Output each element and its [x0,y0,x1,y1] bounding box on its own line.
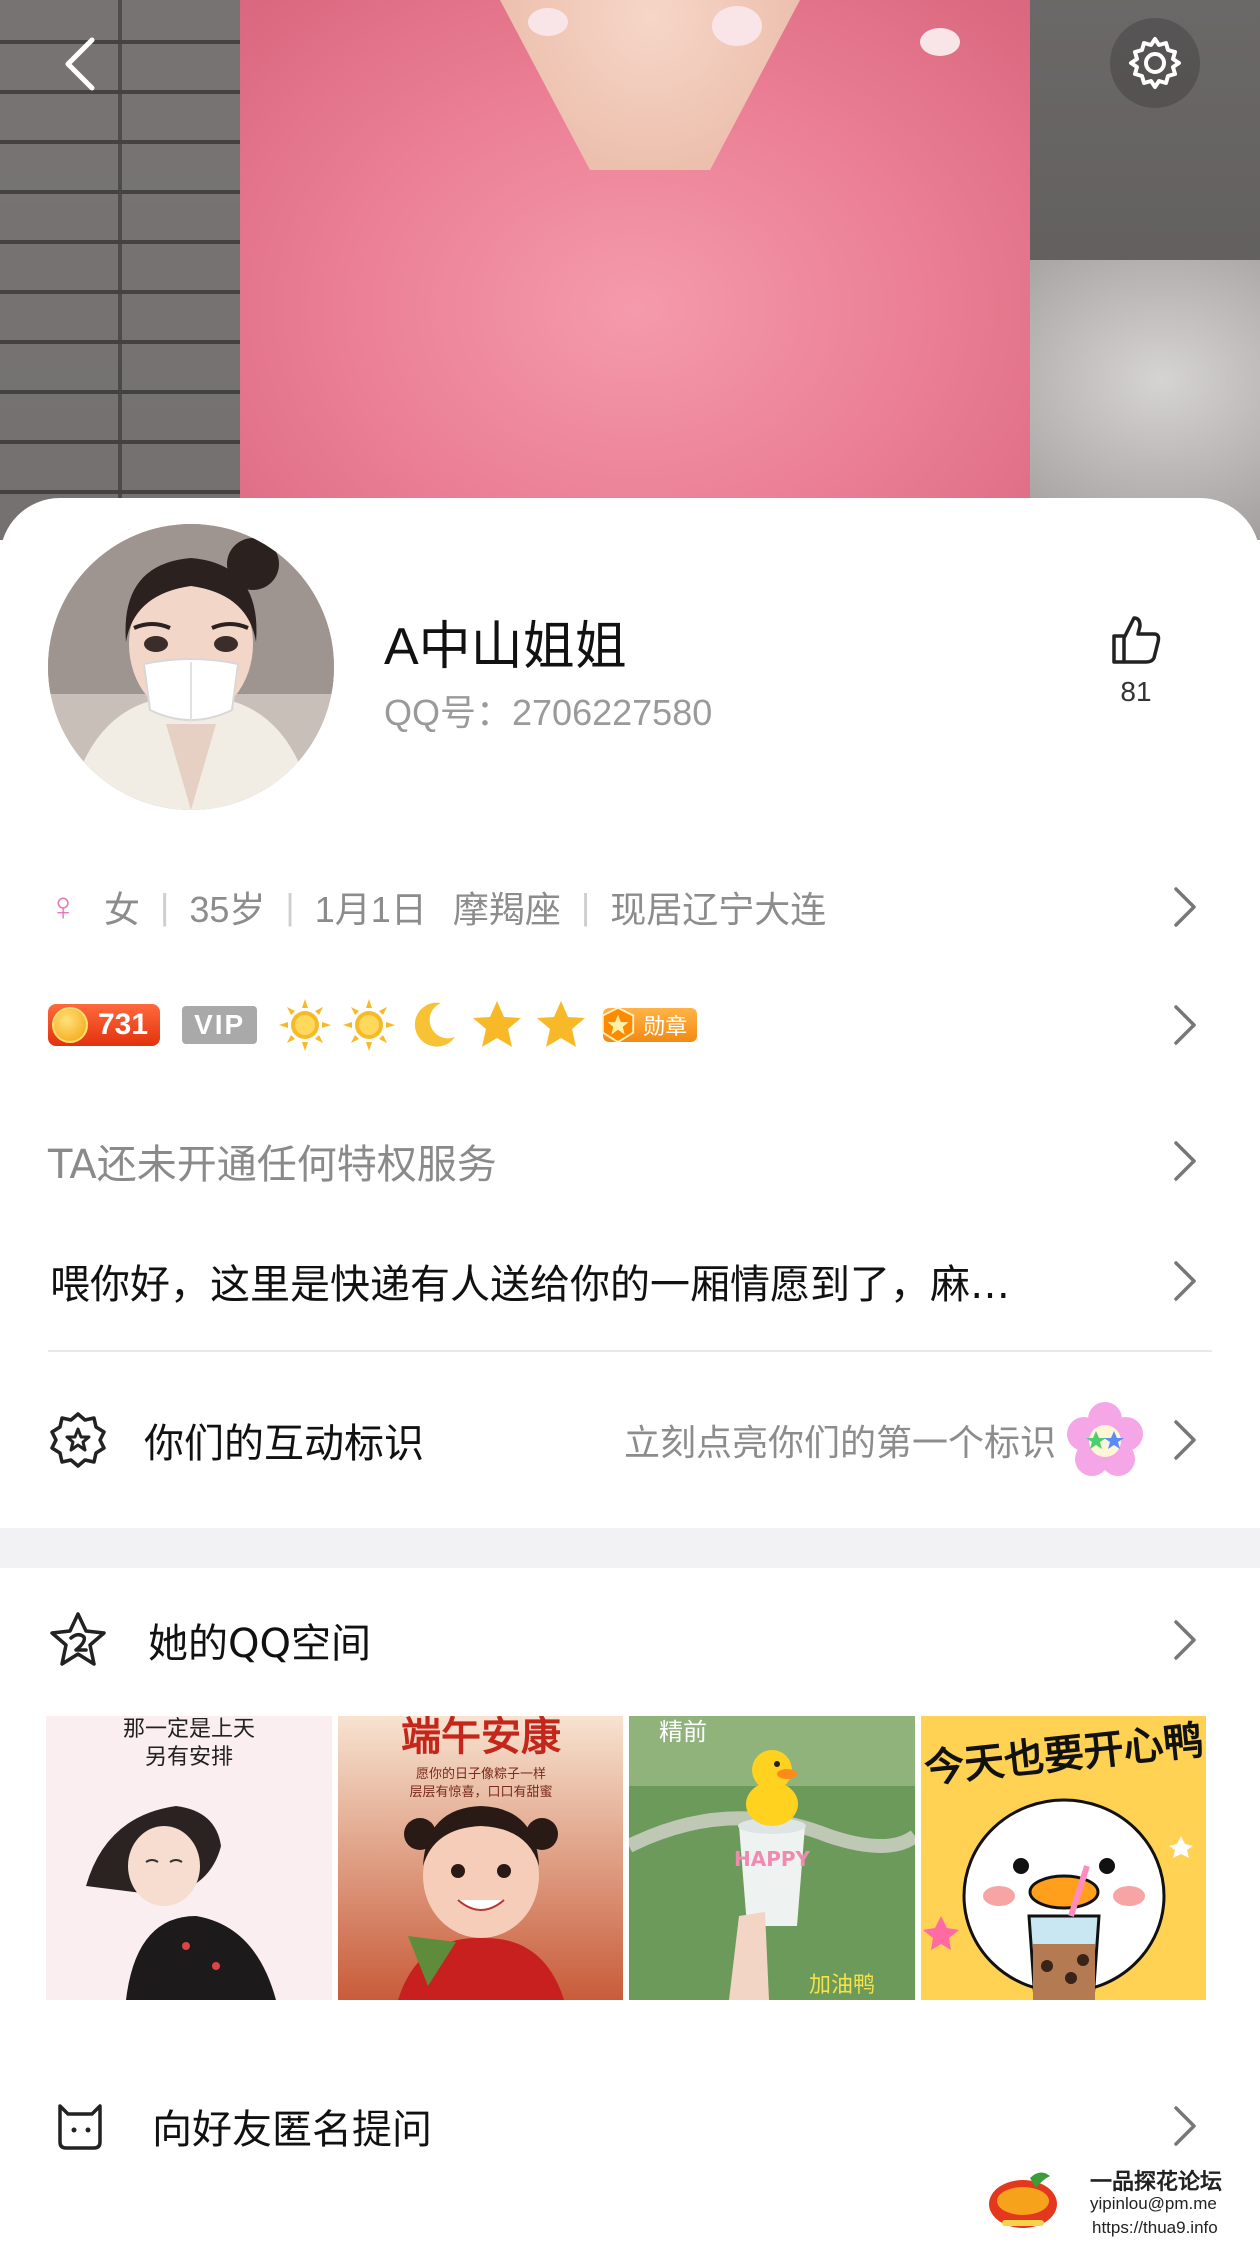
privilege-row[interactable]: TA还未开通任何特权服务 [0,1126,1260,1196]
qq-number-value: 2706227580 [512,692,713,733]
badges-row[interactable]: 731 VIP 勋章 [0,990,1260,1060]
zodiac-text: 摩羯座 [452,889,561,930]
vip-badge: VIP [182,1006,258,1044]
watermark-url: https://thua9.info [1092,2218,1218,2237]
chevron-right-icon [1174,2106,1196,2146]
photo-caption: 另有安排 [145,1745,233,1770]
qzone-photo[interactable]: 精前 HAPPY 加油鸭 [629,1716,915,2000]
medal-star-icon [602,1006,635,1044]
qq-label: QQ号： [384,692,513,733]
qzone-row[interactable]: 她的QQ空间 [0,1604,1260,1676]
watermark-logo [989,2172,1057,2228]
like-button[interactable]: 81 [1096,612,1176,708]
interaction-title: 你们的互动标识 [144,1421,424,1467]
chevron-right-icon [1174,887,1196,927]
birthday-text: 1月1日 [314,889,427,930]
qzone-photo[interactable]: 端午安康 愿你的日子像粽子一样 层层有惊喜，口口有甜蜜 [337,1716,623,2000]
photo-caption: 精前 [659,1718,707,1746]
chevron-right-icon [1174,1141,1196,1181]
qzone-photo-strip: 那一定是上天 另有安排 端午安康 愿你的日子像粽子一样 层层有惊喜，口口有甜蜜 [46,1716,1206,2000]
profile-name: A中山姐姐 [384,618,627,676]
sun-icon [279,999,332,1051]
qzone-photo[interactable]: 那一定是上天 另有安排 [46,1716,332,2000]
gear-icon [1129,37,1181,89]
cover-bow-right [920,28,960,56]
qzone-title: 她的QQ空间 [148,1621,371,1667]
star-icon [537,1001,586,1047]
avatar[interactable] [48,524,334,810]
thumbs-up-icon [1112,616,1161,664]
watermark-title: 一品探花论坛 [1090,2170,1223,2195]
photo-duck-cup: 精前 HAPPY 加油鸭 [629,1716,915,2000]
signature-text: 喂你好，这里是快递有人送给你的一厢情愿到了，麻… [50,1262,1010,1308]
anonymous-question-row[interactable]: 向好友匿名提问 [0,2090,1260,2162]
separator: | [285,886,295,927]
cover-button [712,6,762,46]
qq-number: QQ号：2706227580 [384,684,712,736]
age-text: 35岁 [189,889,266,930]
watermark: 一品探花论坛 yipinlou@pm.me https://thua9.info [986,2160,1236,2240]
photo-girl-sketch: 那一定是上天 另有安排 [46,1716,332,2000]
gender-text: 女 [104,889,141,930]
photo-caption: HAPPY [734,1847,811,1871]
photo-happy-duck: 今天也要开心鸭 [920,1716,1206,2000]
section-gap [0,1528,1260,1568]
photo-caption: 端午安康 [401,1716,561,1760]
back-button[interactable] [40,24,120,104]
qzone-star-icon [50,1612,106,1666]
location-text: 现居辽宁大连 [610,889,827,930]
basic-info-row[interactable]: ♀ 女 | 35岁 | 1月1日 摩羯座 | 现居辽宁大连 [0,872,1260,942]
settings-button[interactable] [1110,18,1200,108]
coin-icon [52,1007,88,1043]
level-number: 731 [98,1008,149,1041]
like-count: 81 [1120,676,1152,707]
cover-photo[interactable] [0,0,1260,540]
photo-dragon-boat-girl: 端午安康 愿你的日子像粽子一样 层层有惊喜，口口有甜蜜 [337,1716,623,2000]
interaction-mark-row[interactable]: 你们的互动标识 立刻点亮你们的第一个标识 [0,1402,1260,1476]
ask-title: 向好友匿名提问 [152,2107,432,2153]
chevron-right-icon [1174,1005,1196,1045]
female-icon: ♀ [48,884,78,929]
cover-bow-left [528,8,568,36]
photo-caption: 加油鸭 [809,1973,875,1998]
cat-chat-icon [58,2104,102,2150]
chevron-left-icon [65,37,95,91]
medal-label: 勋章 [643,1015,688,1040]
chevron-right-icon [1174,1261,1196,1301]
signature-row[interactable]: 喂你好，这里是快递有人送给你的一厢情愿到了，麻… [0,1246,1260,1316]
avatar-illustration [48,524,334,810]
sun-icon [343,999,396,1051]
privilege-text: TA还未开通任何特权服务 [48,1142,497,1188]
chevron-right-icon [1174,1420,1196,1460]
badge-star-icon [50,1412,106,1468]
photo-caption: 愿你的日子像粽子一样 [415,1766,545,1782]
star-icon [473,1001,522,1047]
separator: | [160,886,170,927]
qzone-photo[interactable]: 今天也要开心鸭 [920,1716,1206,2000]
chevron-right-icon [1174,1620,1196,1660]
medal-badge: 勋章 [602,1006,698,1044]
photo-caption: 层层有惊喜，口口有甜蜜 [409,1784,552,1800]
divider [48,1350,1212,1352]
moon-icon [415,1002,456,1047]
photo-caption: 那一定是上天 [123,1717,255,1742]
watermark-email: yipinlou@pm.me [1090,2194,1217,2213]
flower-icon [1067,1402,1143,1476]
separator: | [580,886,591,927]
level-badge: 731 [48,1004,161,1046]
interaction-hint: 立刻点亮你们的第一个标识 [623,1423,1056,1464]
